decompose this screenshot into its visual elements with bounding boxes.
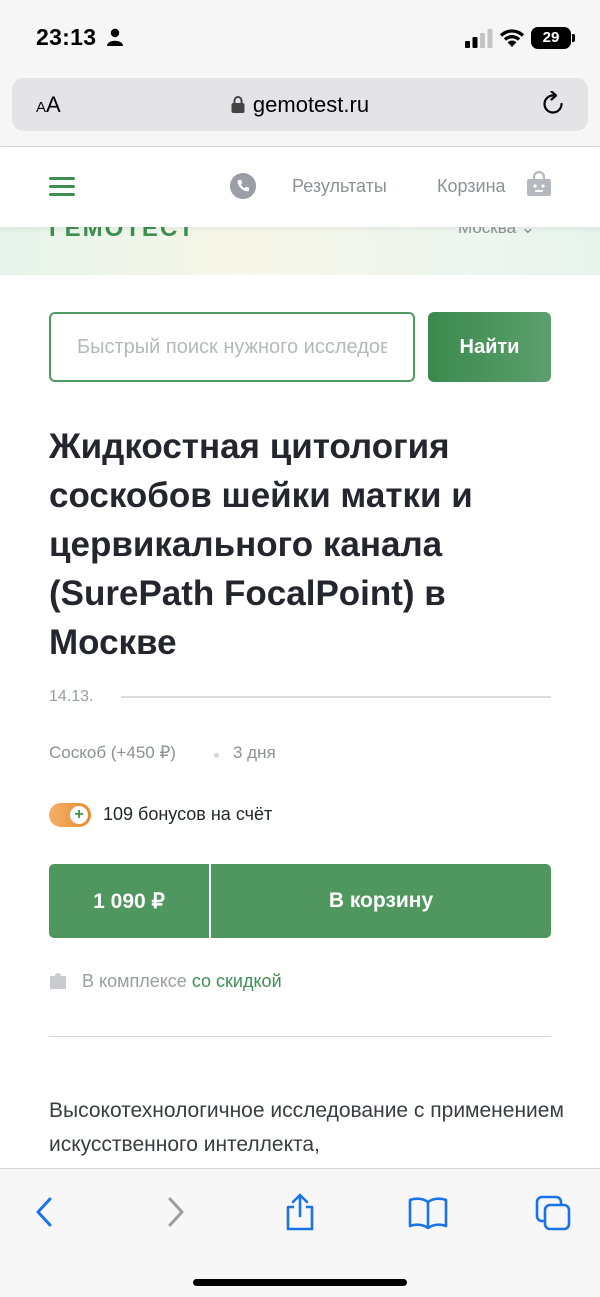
status-time: 23:13: [36, 24, 97, 50]
product-description: Высокотехнологичное исследование с приме…: [49, 1099, 564, 1156]
divider: [121, 696, 551, 698]
plus-icon: +: [70, 806, 88, 824]
divider: [49, 1036, 551, 1037]
page-title: Жидкостная цитология соскобов шейки матк…: [49, 427, 473, 662]
nav-cart-link[interactable]: Корзина: [437, 176, 506, 197]
menu-icon[interactable]: [49, 177, 75, 197]
forward-icon[interactable]: [158, 1193, 192, 1231]
site-header: Результаты Корзина: [0, 147, 600, 227]
status-bar: 23:13 29: [0, 0, 600, 78]
search-button[interactable]: Найти: [428, 312, 551, 382]
wifi-icon: [499, 29, 525, 47]
share-icon[interactable]: [283, 1193, 317, 1231]
battery-tip: [572, 34, 575, 42]
bonus-toggle[interactable]: +: [49, 803, 91, 827]
complex-info: В комплексе со скидкой: [82, 971, 282, 992]
hero-banner: ГЕМОТЕСТ Москва ⌄: [0, 227, 600, 275]
search-input[interactable]: [49, 312, 415, 382]
biomaterial-info: Соскоб (+450 ₽): [49, 743, 176, 762]
tabs-icon[interactable]: [535, 1193, 573, 1231]
city-selector[interactable]: Москва ⌄: [458, 227, 535, 238]
person-icon: [107, 28, 123, 46]
separator-dot: [214, 753, 219, 758]
reload-icon[interactable]: [540, 91, 566, 117]
browser-toolbar: AA gemotest.ru: [0, 78, 600, 148]
add-to-cart-button[interactable]: В корзину: [211, 864, 551, 938]
price-button[interactable]: 1 090 ₽: [49, 864, 209, 938]
shopping-bag-icon[interactable]: [526, 171, 552, 197]
url-display[interactable]: gemotest.ru: [12, 92, 588, 118]
lock-icon: [231, 96, 245, 113]
article-code: 14.13.: [49, 688, 94, 705]
back-icon[interactable]: [28, 1193, 62, 1231]
buy-bar: 1 090 ₽ В корзину: [49, 864, 551, 938]
duration-info: 3 дня: [233, 743, 276, 762]
nav-results-link[interactable]: Результаты: [292, 176, 387, 197]
cellular-signal-icon: [465, 29, 493, 48]
battery-indicator: 29: [531, 27, 571, 49]
discount-link[interactable]: со скидкой: [192, 971, 282, 991]
complex-prefix: В комплексе: [82, 971, 192, 991]
site-logo[interactable]: ГЕМОТЕСТ: [49, 227, 195, 243]
puzzle-icon: [50, 973, 66, 989]
address-bar[interactable]: AA gemotest.ru: [12, 78, 588, 131]
url-domain-text: gemotest.ru: [252, 92, 370, 117]
browser-bottom-toolbar: [0, 1168, 600, 1297]
home-indicator: [193, 1279, 407, 1286]
bonus-text: 109 бонусов на счёт: [103, 804, 273, 824]
bookmarks-icon[interactable]: [408, 1193, 448, 1231]
phone-icon[interactable]: [230, 173, 256, 199]
